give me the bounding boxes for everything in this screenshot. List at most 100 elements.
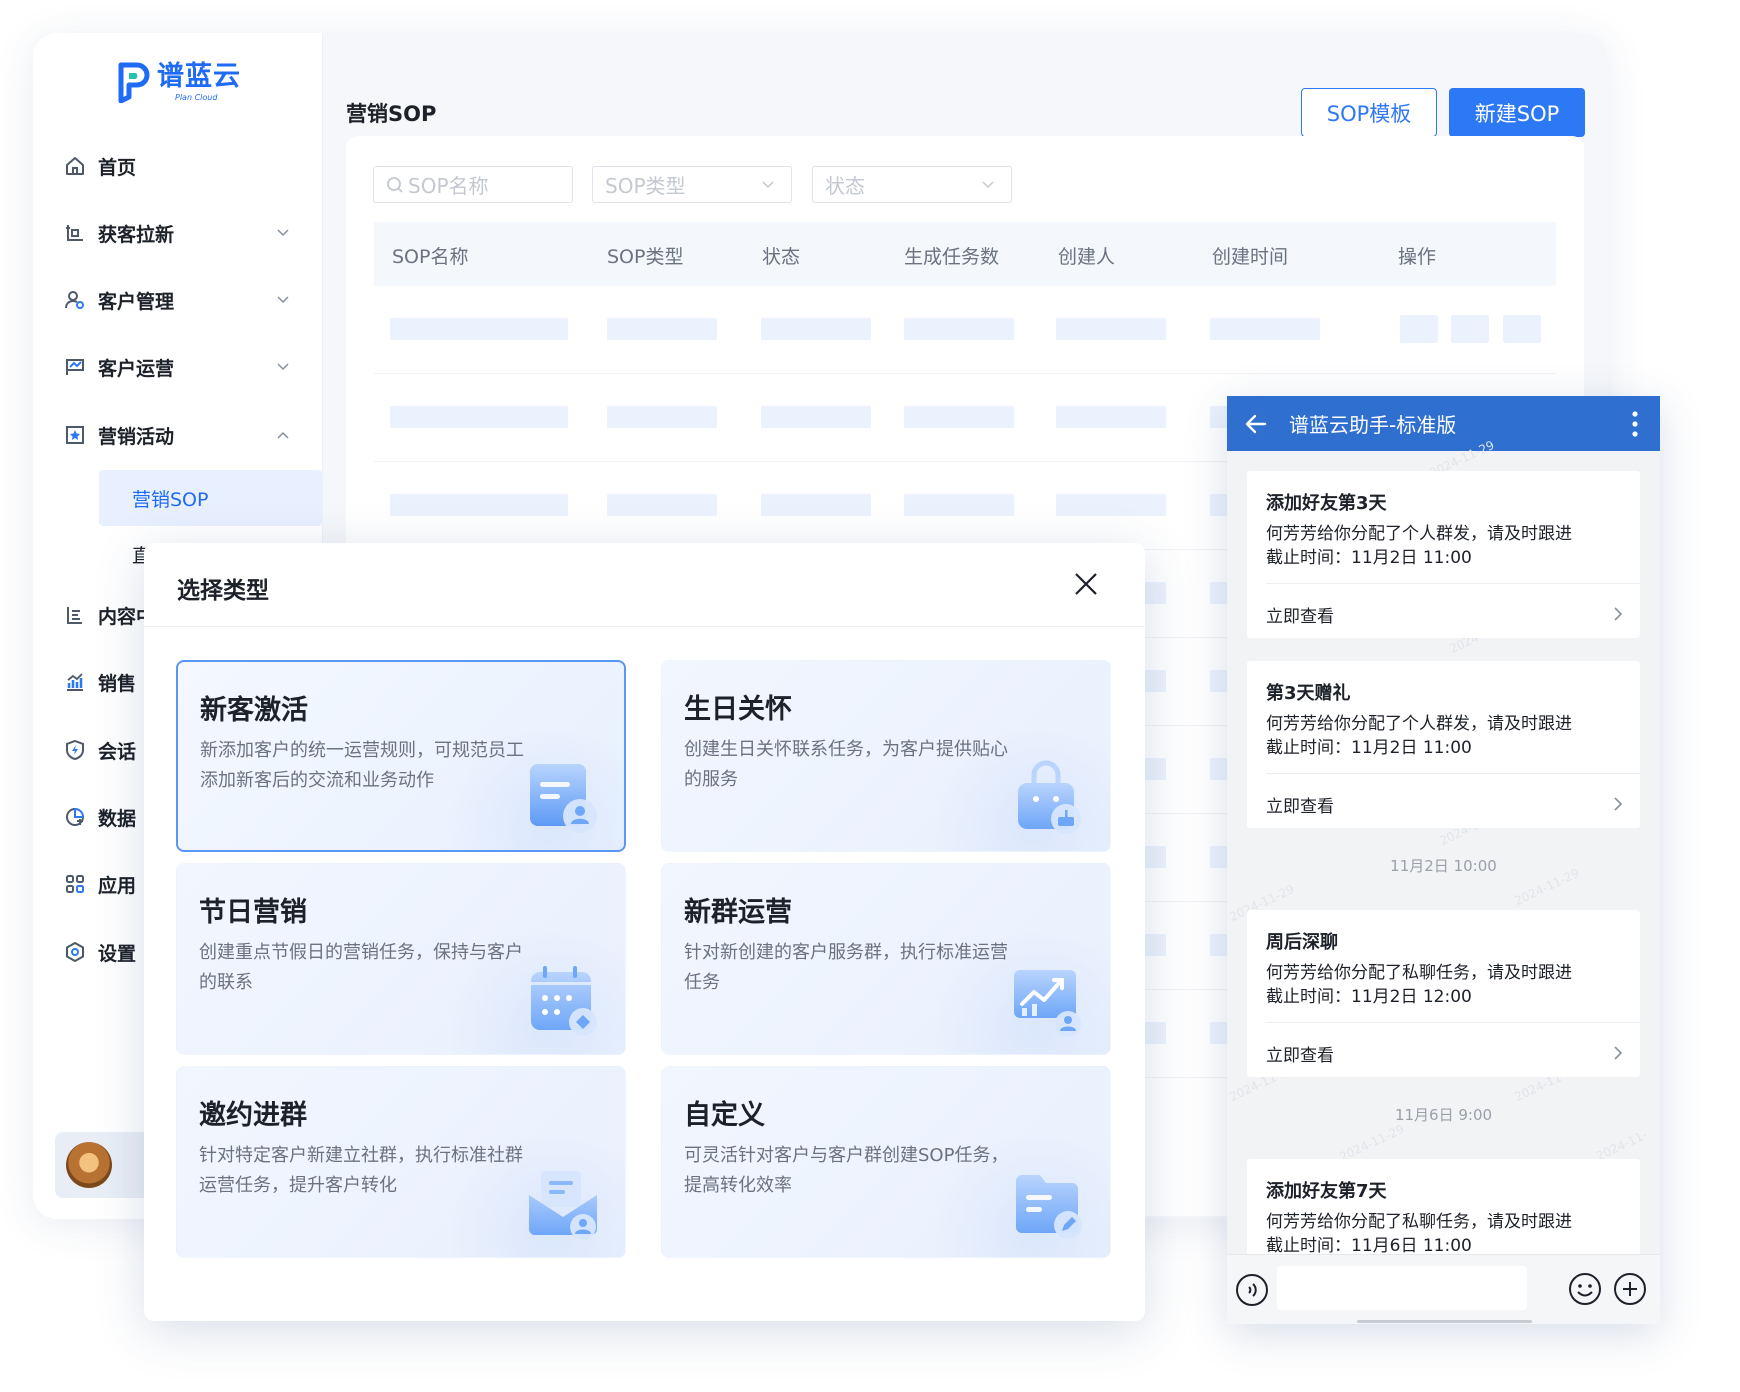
- type-title: 节日营销: [199, 897, 307, 928]
- sidebar-item-campaign[interactable]: 营销活动: [64, 407, 292, 463]
- skeleton-cell: [1210, 318, 1320, 340]
- sidebar-item-customer-management[interactable]: 客户管理: [64, 272, 292, 328]
- sales-icon: [64, 671, 86, 693]
- column-header: SOP类型: [607, 246, 684, 268]
- skeleton-action: [1503, 315, 1541, 343]
- sidebar-item-label: 应用: [98, 874, 137, 897]
- chevron-up-icon: [277, 431, 289, 439]
- sidebar-item-label: 获客拉新: [98, 223, 175, 246]
- chevron-right-icon: [1614, 797, 1623, 811]
- sop-template-button[interactable]: SOP模板: [1301, 88, 1437, 137]
- group-chart-icon: [1014, 970, 1081, 1037]
- sop-name-placeholder: SOP名称: [408, 174, 489, 198]
- sidebar-item-label: 营销活动: [98, 425, 175, 448]
- message-body: 何芳芳给你分配了个人群发，请及时跟进: [1266, 714, 1572, 734]
- calendar-icon: [531, 966, 597, 1036]
- message-input[interactable]: [1277, 1266, 1527, 1310]
- type-card-new-group-operation[interactable]: 新群运营 针对新创建的客户服务群，执行标准运营任务: [661, 863, 1111, 1055]
- type-card-invite-to-group[interactable]: 邀约进群 针对特定客户新建立社群，执行标准社群运营任务，提升客户转化: [176, 1066, 626, 1258]
- new-sop-button[interactable]: 新建SOP: [1449, 88, 1585, 137]
- type-description: 可灵活针对客户与客户群创建SOP任务，提高转化效率: [684, 1145, 1009, 1196]
- sidebar-item-label: 会话: [98, 740, 137, 763]
- skeleton-cell: [390, 318, 568, 340]
- sidebar-subitem-marketing-sop[interactable]: 营销SOP: [99, 470, 322, 526]
- skeleton-cell: [904, 406, 1014, 428]
- plus-icon[interactable]: [1613, 1272, 1647, 1306]
- message-deadline: 截止时间：11月6日 11:00: [1266, 1236, 1472, 1256]
- skeleton-cell: [390, 494, 568, 516]
- task-message-card[interactable]: 添加好友第3天 何芳芳给你分配了个人群发，请及时跟进 截止时间：11月2日 11…: [1247, 471, 1640, 638]
- mobile-assistant-panel: 谱蓝云助手-标准版 2024-11-29 2024-11-29 2024-11-…: [1227, 396, 1660, 1324]
- sidebar-item-label: 客户管理: [98, 290, 175, 313]
- view-now-link[interactable]: 立即查看: [1266, 602, 1334, 627]
- avatar[interactable]: [66, 1142, 112, 1188]
- birthday-gift-icon: [1018, 760, 1081, 834]
- message-title: 添加好友第3天: [1266, 493, 1387, 514]
- phone-header: 谱蓝云助手-标准版: [1227, 396, 1660, 451]
- skeleton-cell: [1056, 406, 1166, 428]
- view-now-link[interactable]: 立即查看: [1266, 1041, 1334, 1066]
- more-options-icon[interactable]: [1632, 410, 1638, 438]
- message-deadline: 截止时间：11月2日 11:00: [1266, 738, 1472, 758]
- skeleton-cell: [761, 494, 871, 516]
- type-title: 自定义: [684, 1100, 765, 1131]
- close-icon[interactable]: [1072, 570, 1100, 598]
- skeleton-cell: [1056, 494, 1166, 516]
- sop-name-search-input[interactable]: SOP名称: [373, 166, 573, 203]
- emoji-icon[interactable]: [1568, 1272, 1602, 1306]
- sop-type-select[interactable]: SOP类型: [592, 166, 792, 203]
- brand-logo[interactable]: 谱蓝云 Plan Cloud: [115, 61, 241, 103]
- chat-input-bar: [1227, 1254, 1660, 1324]
- type-card-custom[interactable]: 自定义 可灵活针对客户与客户群创建SOP任务，提高转化效率: [661, 1066, 1111, 1258]
- voice-icon[interactable]: [1235, 1273, 1269, 1307]
- sidebar-item-label: 数据: [98, 807, 137, 830]
- time-separator: 11月2日 10:00: [1390, 857, 1497, 875]
- home-indicator: [1357, 1320, 1532, 1323]
- message-body: 何芳芳给你分配了个人群发，请及时跟进: [1266, 524, 1572, 544]
- task-message-card[interactable]: 周后深聊 何芳芳给你分配了私聊任务，请及时跟进 截止时间：11月2日 12:00…: [1247, 910, 1640, 1077]
- sidebar-item-label: 销售: [98, 672, 137, 695]
- skeleton-cell: [761, 318, 871, 340]
- back-arrow-icon[interactable]: [1243, 411, 1269, 437]
- sop-type-placeholder: SOP类型: [605, 174, 686, 198]
- skeleton-cell: [761, 406, 871, 428]
- select-type-modal: 选择类型 新客激活 新添加客户的统一运营规则，可规范员工添加新客后的交流和业务动…: [144, 543, 1145, 1321]
- type-description: 新添加客户的统一运营规则，可规范员工添加新客后的交流和业务动作: [200, 740, 524, 791]
- chevron-right-icon: [1614, 1046, 1623, 1060]
- search-icon: [387, 176, 403, 193]
- view-now-link[interactable]: 立即查看: [1266, 792, 1334, 817]
- skeleton-cell: [607, 406, 717, 428]
- type-title: 邀约进群: [199, 1100, 307, 1131]
- column-header: 操作: [1398, 246, 1437, 268]
- shield-icon: [64, 739, 86, 761]
- customer-icon: [64, 289, 86, 311]
- sidebar-item-label: 首页: [98, 156, 137, 179]
- status-select[interactable]: 状态: [812, 166, 1012, 203]
- sidebar-item-customer-operation[interactable]: 客户运营: [64, 339, 292, 395]
- type-card-holiday-marketing[interactable]: 节日营销 创建重点节假日的营销任务，保持与客户的联系: [176, 863, 626, 1055]
- message-deadline: 截止时间：11月2日 12:00: [1266, 987, 1472, 1007]
- skeleton-cell: [607, 494, 717, 516]
- message-title: 第3天赠礼: [1266, 683, 1351, 704]
- skeleton-cell: [1056, 318, 1166, 340]
- watermark: 2024-11-29: [1337, 1121, 1407, 1165]
- type-title: 生日关怀: [684, 694, 792, 725]
- custom-folder-icon: [1016, 1175, 1082, 1239]
- message-deadline: 截止时间：11月2日 11:00: [1266, 548, 1472, 568]
- task-message-card[interactable]: 第3天赠礼 何芳芳给你分配了个人群发，请及时跟进 截止时间：11月2日 11:0…: [1247, 661, 1640, 828]
- message-title: 添加好友第7天: [1266, 1181, 1387, 1202]
- time-separator: 11月6日 9:00: [1394, 1106, 1493, 1124]
- chevron-down-icon: [277, 296, 289, 304]
- acquire-icon: [64, 222, 86, 244]
- type-card-new-customer[interactable]: 新客激活 新添加客户的统一运营规则，可规范员工添加新客后的交流和业务动作: [176, 660, 626, 852]
- type-card-birthday-care[interactable]: 生日关怀 创建生日关怀联系任务，为客户提供贴心的服务: [661, 660, 1111, 852]
- chevron-down-icon: [762, 181, 774, 189]
- skeleton-cell: [390, 406, 568, 428]
- table-header: SOP名称 SOP类型 状态 生成任务数 创建人 创建时间 操作: [374, 222, 1556, 286]
- operation-icon: [64, 356, 86, 378]
- apps-icon: [64, 873, 86, 895]
- message-body: 何芳芳给你分配了私聊任务，请及时跟进: [1266, 963, 1572, 983]
- settings-icon: [64, 941, 86, 963]
- sidebar-item-home[interactable]: 首页: [64, 138, 292, 194]
- sidebar-item-acquire[interactable]: 获客拉新: [64, 205, 292, 261]
